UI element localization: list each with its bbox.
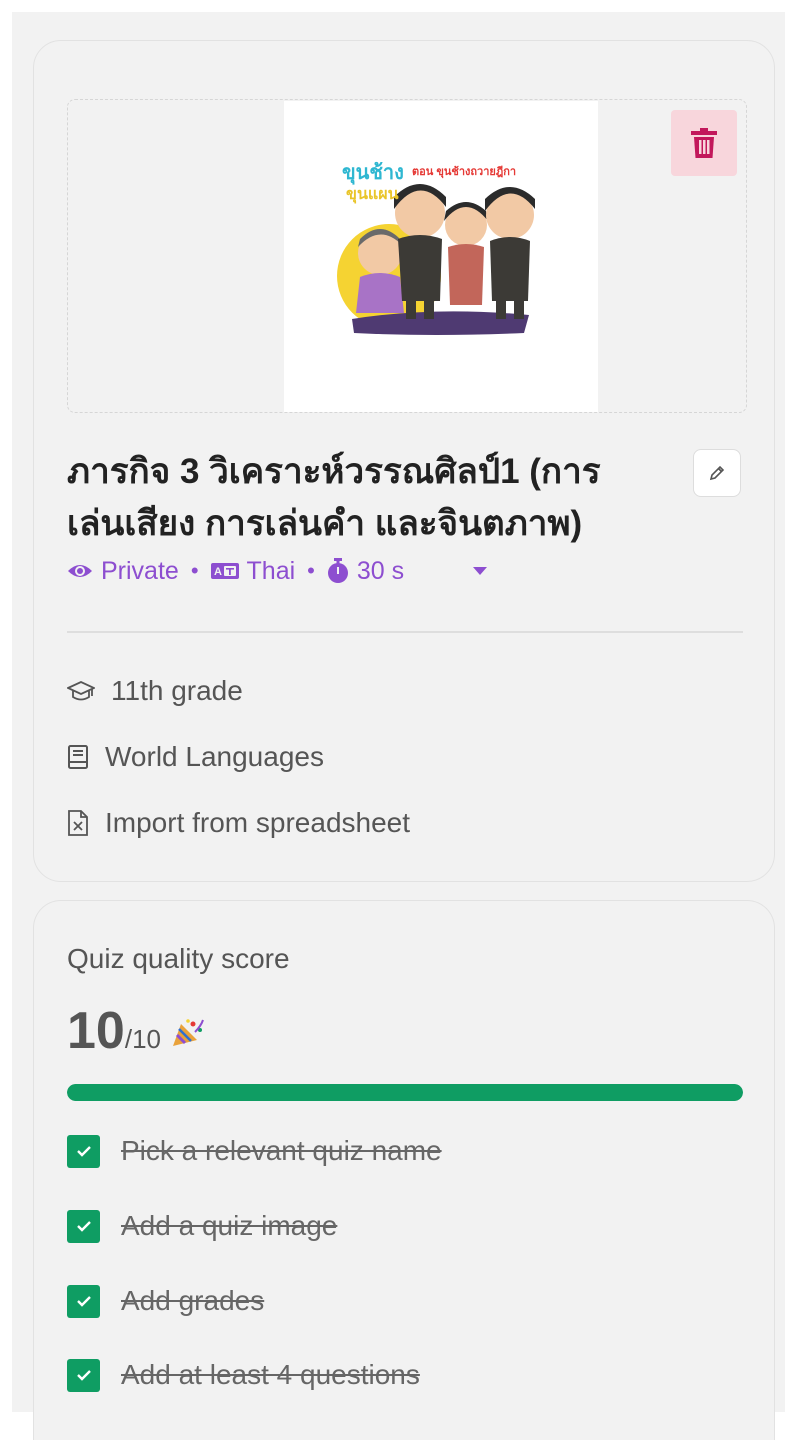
checklist-label: Add a quiz image xyxy=(121,1210,338,1241)
quiz-image-area[interactable]: ขุนช้าง ขุนแผน ตอน ขุนช้างถวายฎีกา xyxy=(67,99,747,413)
visibility-setting[interactable]: Private xyxy=(67,557,179,586)
source-label: Import from spreadsheet xyxy=(105,807,411,838)
checklist-item: Add grades xyxy=(67,1283,264,1319)
edit-title-button[interactable] xyxy=(693,449,741,497)
quiz-cover-image: ขุนช้าง ขุนแผน ตอน ขุนช้างถวายฎีกา xyxy=(284,101,598,412)
quality-score-title: Quiz quality score xyxy=(67,943,290,974)
quality-progress-bar xyxy=(67,1084,743,1101)
check-icon xyxy=(76,1296,91,1307)
meta-separator: • xyxy=(190,558,199,583)
book-icon xyxy=(68,745,88,769)
checkbox-checked xyxy=(67,1284,100,1318)
svg-text:A: A xyxy=(214,566,222,578)
stopwatch-icon xyxy=(327,558,348,583)
checklist-label: Add grades xyxy=(121,1285,265,1316)
language-icon: A xyxy=(210,563,239,579)
eye-icon xyxy=(68,565,92,577)
svg-text:ขุนช้าง: ขุนช้าง xyxy=(342,161,404,185)
score-total: /10 xyxy=(124,1024,161,1054)
party-popper-icon xyxy=(171,1018,205,1053)
delete-image-button[interactable] xyxy=(671,110,737,176)
check-icon xyxy=(76,1221,91,1232)
checklist-label: Pick a relevant quiz name xyxy=(121,1135,442,1166)
trash-icon xyxy=(691,128,717,158)
time-label: 30 s xyxy=(356,556,405,585)
language-label: Thai xyxy=(246,556,296,585)
meta-dropdown-toggle[interactable] xyxy=(472,566,488,576)
checkbox-checked xyxy=(67,1358,100,1392)
grade-row: 11th grade xyxy=(67,671,243,711)
caret-down-icon xyxy=(473,567,488,575)
svg-text:ตอน ขุนช้างถวายฎีกา: ตอน ขุนช้างถวายฎีกา xyxy=(412,165,516,179)
quality-progress-fill xyxy=(67,1084,743,1101)
pencil-icon xyxy=(709,465,725,481)
cover-illustration: ขุนช้าง ขุนแผน ตอน ขุนช้างถวายฎีกา xyxy=(337,161,535,335)
check-icon xyxy=(76,1146,91,1157)
subject-label: World Languages xyxy=(105,741,324,772)
checklist-label: Add at least 4 questions xyxy=(121,1359,420,1390)
grade-label: 11th grade xyxy=(111,675,243,706)
graduation-cap-icon xyxy=(67,681,95,701)
meta-separator: • xyxy=(307,558,315,583)
checkbox-checked xyxy=(67,1134,100,1168)
language-setting[interactable]: A Thai xyxy=(210,556,296,586)
checkbox-checked xyxy=(67,1209,100,1243)
score-number: 10 xyxy=(67,1002,125,1060)
checklist-item: Add at least 4 questions xyxy=(67,1357,420,1393)
section-divider xyxy=(67,631,743,633)
checklist-item: Add a quiz image xyxy=(67,1208,337,1244)
time-setting[interactable]: 30 s xyxy=(327,557,404,586)
source-row: Import from spreadsheet xyxy=(67,803,410,843)
checklist-item: Pick a relevant quiz name xyxy=(67,1133,442,1169)
quiz-title: ภารกิจ 3 วิเคราะห์วรรณศิลป์1 (การเล่นเสี… xyxy=(67,452,601,543)
quiz-info-card: ขุนช้าง ขุนแผน ตอน ขุนช้างถวายฎีกา ภารกิ… xyxy=(33,40,775,882)
quality-score-value: 10 /10 xyxy=(67,1001,205,1061)
subject-row: World Languages xyxy=(67,737,324,777)
check-icon xyxy=(76,1370,91,1381)
svg-text:ขุนแผน: ขุนแผน xyxy=(346,186,399,204)
quiz-quality-card: Quiz quality score 10 /10 Pick a relevan… xyxy=(33,900,775,1440)
visibility-label: Private xyxy=(101,556,179,585)
spreadsheet-file-icon xyxy=(68,810,88,836)
quiz-meta-row: Private • A Thai • 30 s xyxy=(67,553,488,589)
